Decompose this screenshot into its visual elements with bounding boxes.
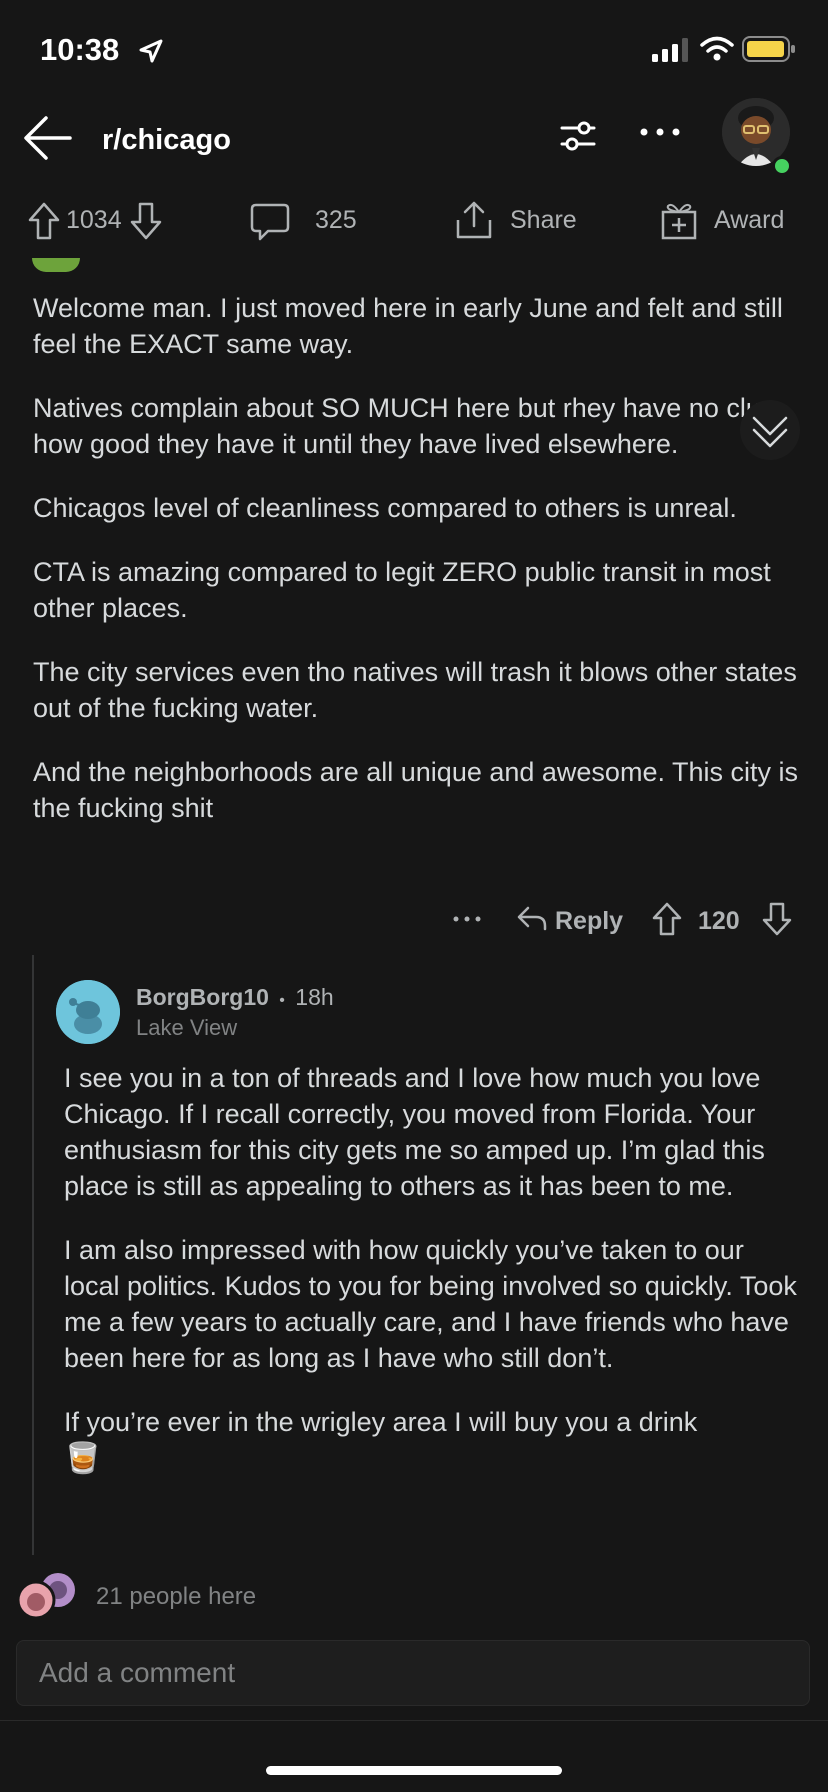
comment-downvote-icon[interactable] [762,902,792,936]
home-indicator[interactable] [266,1766,562,1775]
comment-upvote-icon[interactable] [652,902,682,936]
composer-divider [0,1720,828,1721]
comment-paragraph: The city services even tho natives will … [33,657,797,723]
online-users-avatars [16,1572,78,1620]
reply-author-line: BorgBorg10 • 18h [136,984,334,1011]
cellular-signal-icon [652,38,688,62]
comment-paragraph: And the neighborhoods are all unique and… [33,757,798,823]
scroll-next-comment-button[interactable] [740,400,800,460]
people-here-count: 21 people here [96,1583,257,1610]
upvote-arrow-icon[interactable] [28,202,60,240]
comment-paragraph: Chicagos level of cleanliness compared t… [33,493,737,523]
filter-sliders-icon[interactable] [558,118,598,154]
reply-paragraph: If you’re ever in the wrigley area I wil… [64,1407,698,1437]
reply-paragraph: I am also impressed with how quickly you… [64,1235,797,1373]
post-actions-bar: 1034 325 Share Award [0,180,828,260]
reply-body: I see you in a ton of threads and I love… [64,1060,804,1478]
comment-paragraph: Welcome man. I just moved here in early … [33,293,783,359]
location-arrow-icon [139,39,163,63]
commenter-avatar-partial [32,258,80,272]
comment-paragraph: CTA is amazing compared to legit ZERO pu… [33,557,771,623]
add-comment-input[interactable] [16,1640,810,1706]
award-button[interactable]: Award [714,206,784,235]
wifi-icon [700,36,734,61]
snoo-avatar-icon [56,980,120,1044]
comment-bubble-icon[interactable] [250,202,290,242]
chevron-down-icon [752,416,788,448]
subreddit-title[interactable]: r/chicago [102,124,231,157]
comment-score: 120 [698,907,740,935]
share-button[interactable]: Share [510,206,577,235]
reply-button[interactable]: Reply [555,907,623,936]
reply-author-username[interactable]: BorgBorg10 [136,984,269,1010]
share-icon[interactable] [455,200,493,240]
reply-author-avatar[interactable] [56,980,120,1044]
online-status-dot [772,156,792,176]
comment-count[interactable]: 325 [315,206,357,235]
upvote-count: 1034 [66,206,122,234]
comment-actions: Reply 120 [0,890,828,950]
reply-paragraph: I see you in a ton of threads and I love… [64,1063,765,1201]
back-arrow-icon[interactable] [22,112,74,164]
comment-body: Welcome man. I just moved here in early … [33,290,803,854]
status-time: 10:38 [40,32,120,67]
thread-line[interactable] [32,955,34,1555]
reply-age: 18h [295,984,334,1010]
online-user-avatar-icons [16,1573,75,1620]
comment-more-icon[interactable] [452,914,482,924]
tumbler-glass-emoji: 🥃 [64,1442,102,1475]
meta-separator: • [279,992,285,1009]
battery-icon [742,36,795,62]
award-gift-icon[interactable] [660,200,698,240]
comment-paragraph: Natives complain about SO MUCH here but … [33,393,776,459]
reply-flair: Lake View [136,1015,238,1040]
more-options-icon[interactable] [638,120,682,144]
reply-arrow-icon[interactable] [516,904,548,932]
downvote-arrow-icon[interactable] [130,202,162,240]
